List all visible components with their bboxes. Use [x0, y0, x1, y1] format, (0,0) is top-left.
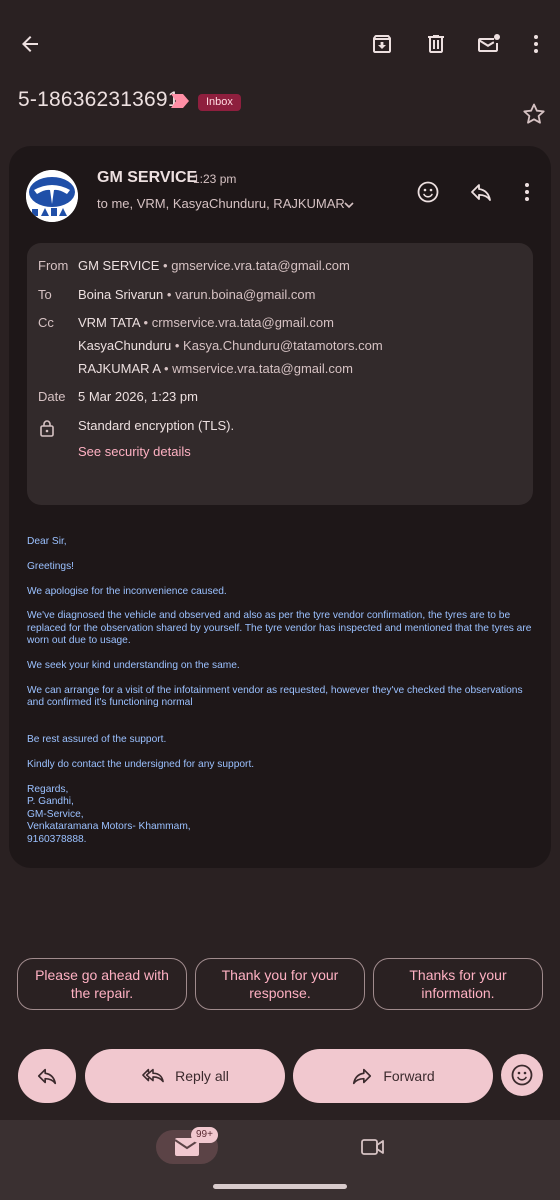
- forward-button[interactable]: Forward: [293, 1049, 493, 1103]
- reply-icon[interactable]: [466, 177, 496, 207]
- cc-email: Kasya.Chunduru@tatamotors.com: [183, 338, 383, 353]
- smart-reply-chip[interactable]: Please go ahead with the repair.: [17, 958, 187, 1010]
- message-body: Dear Sir, Greetings! We apologise for th…: [27, 536, 539, 846]
- body-paragraph: We can arrange for a visit of the infota…: [27, 684, 523, 709]
- email-subject: 5-186362313691: [18, 88, 180, 111]
- signature-line[interactable]: 9160378888.: [27, 834, 539, 846]
- date-label: Date: [38, 389, 66, 404]
- cc-label: Cc: [38, 315, 54, 330]
- lock-icon: [38, 418, 56, 438]
- message-time: 1:23 pm: [193, 172, 237, 186]
- smart-reply-chip[interactable]: Thank you for your response.: [195, 958, 365, 1010]
- archive-icon[interactable]: [368, 30, 396, 58]
- cc-item[interactable]: KasyaChunduru • Kasya.Chunduru@tatamotor…: [78, 338, 383, 353]
- home-indicator[interactable]: [213, 1184, 347, 1189]
- tata-logo-icon: [26, 170, 78, 222]
- to-email: varun.boina@gmail.com: [175, 287, 316, 302]
- more-vert-icon[interactable]: [522, 30, 550, 58]
- sender-avatar[interactable]: [26, 170, 78, 222]
- cc-name: KasyaChunduru: [78, 338, 172, 353]
- emoji-icon: [511, 1064, 533, 1086]
- signature-line: Venkataramana Motors- Khammam,: [27, 821, 191, 833]
- from-value[interactable]: GM SERVICE • gmservice.vra.tata@gmail.co…: [78, 258, 350, 273]
- from-name: GM SERVICE: [78, 258, 160, 273]
- from-label: From: [38, 258, 69, 273]
- emoji-reaction-button[interactable]: [501, 1054, 543, 1096]
- video-camera-icon[interactable]: [358, 1135, 388, 1159]
- body-paragraph: Be rest assured of the support.: [27, 734, 167, 746]
- sender-name: GM SERVICE: [97, 169, 198, 186]
- encryption-text: Standard encryption (TLS).: [78, 418, 235, 433]
- mark-unread-icon[interactable]: [474, 30, 504, 58]
- importance-marker-icon[interactable]: [170, 93, 190, 109]
- cc-name: VRM TATA: [78, 315, 140, 330]
- back-arrow-icon[interactable]: [14, 28, 46, 60]
- cc-email: crmservice.vra.tata@gmail.com: [151, 315, 334, 330]
- to-value[interactable]: Boina Srivarun • varun.boina@gmail.com: [78, 287, 315, 302]
- reply-all-button[interactable]: Reply all: [85, 1049, 285, 1103]
- cc-item[interactable]: RAJKUMAR A • wmservice.vra.tata@gmail.co…: [78, 361, 353, 376]
- to-name: Boina Srivarun: [78, 287, 164, 302]
- signature-line: Regards,: [27, 784, 69, 795]
- star-outline-icon[interactable]: [520, 100, 548, 128]
- chevron-up-icon[interactable]: [340, 196, 358, 214]
- body-paragraph: We seek your kind understanding on the s…: [27, 660, 240, 671]
- message-more-icon[interactable]: [514, 177, 540, 207]
- body-paragraph: Dear Sir,: [27, 536, 67, 547]
- reply-all-icon: [142, 1068, 165, 1083]
- signature: Regards, P. Gandhi, GM-Service, Venkatar…: [27, 784, 539, 846]
- to-label: To: [38, 287, 52, 302]
- add-reaction-icon[interactable]: [413, 177, 443, 207]
- cc-item[interactable]: VRM TATA • crmservice.vra.tata@gmail.com: [78, 315, 334, 330]
- reply-icon: [37, 1068, 57, 1085]
- body-paragraph: We've diagnosed the vehicle and observed…: [27, 610, 532, 647]
- signature-line: GM-Service,: [27, 808, 84, 820]
- body-paragraph: We apologise for the inconvenience cause…: [27, 585, 227, 597]
- cc-email: wmservice.vra.tata@gmail.com: [172, 361, 353, 376]
- recipients-summary[interactable]: to me, VRM, KasyaChunduru, RAJKUMAR: [97, 196, 345, 211]
- from-email: gmservice.vra.tata@gmail.com: [171, 258, 350, 273]
- delete-icon[interactable]: [422, 30, 450, 58]
- security-details-link[interactable]: See security details: [78, 444, 191, 459]
- reply-all-label: Reply all: [175, 1068, 229, 1084]
- body-paragraph: Kindly do contact the undersigned for an…: [27, 759, 255, 771]
- cc-name: RAJKUMAR A: [78, 361, 161, 376]
- signature-line: P. Gandhi,: [27, 796, 74, 808]
- forward-icon: [353, 1068, 372, 1085]
- unread-count-badge: 99+: [191, 1127, 218, 1143]
- reply-button[interactable]: [18, 1049, 76, 1103]
- date-value: 5 Mar 2026, 1:23 pm: [78, 389, 198, 404]
- label-chip-inbox[interactable]: Inbox: [198, 94, 241, 111]
- forward-label: Forward: [383, 1068, 435, 1084]
- smart-reply-chip[interactable]: Thanks for your information.: [373, 958, 543, 1010]
- body-paragraph: Greetings!: [27, 560, 74, 572]
